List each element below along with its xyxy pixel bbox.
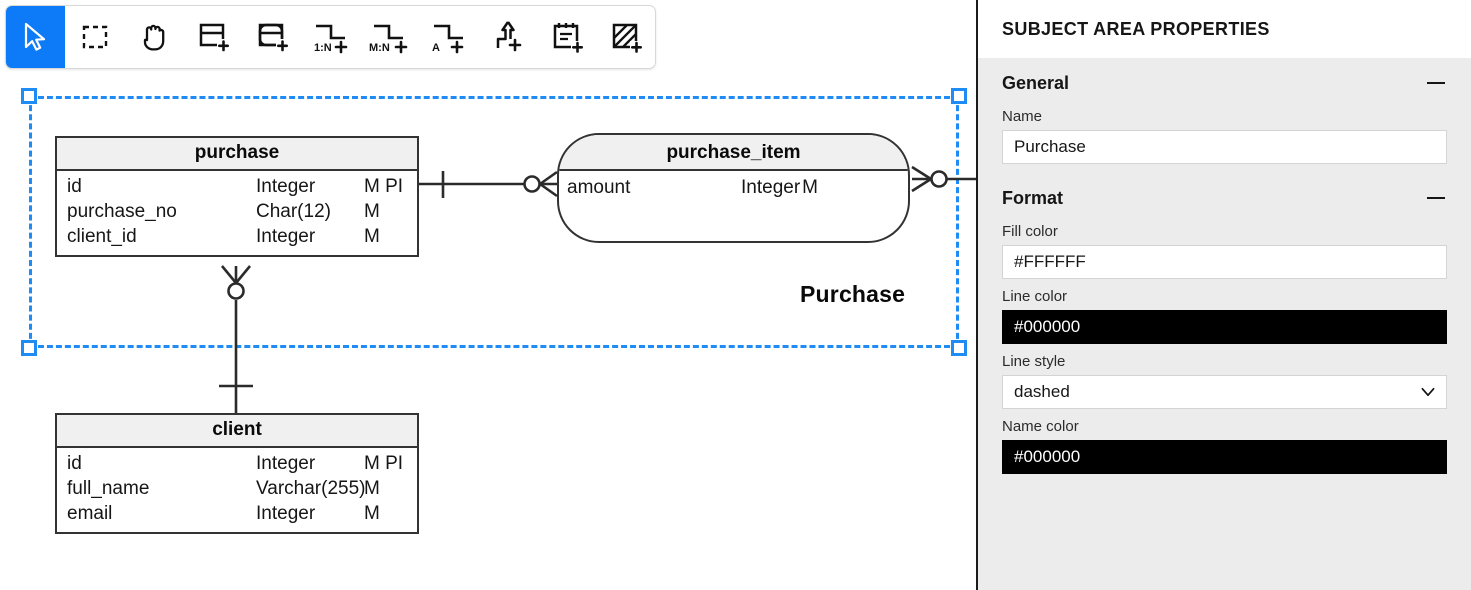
- add-inheritance-arrow-icon: [491, 19, 525, 55]
- svg-text:M:N: M:N: [369, 42, 390, 54]
- add-relation-a-icon: A: [429, 18, 469, 56]
- subject-area-label: Purchase: [800, 281, 905, 308]
- add-relation-1n-icon: 1:N: [311, 18, 351, 56]
- add-many-to-many-relation-tool[interactable]: M:N: [360, 6, 419, 68]
- attribute-name: amount: [567, 175, 741, 200]
- resize-handle-bottom-right[interactable]: [951, 340, 967, 356]
- section-header-general[interactable]: General: [978, 58, 1471, 108]
- svg-text:A: A: [432, 42, 440, 54]
- subject-area-properties-panel: SUBJECT AREA PROPERTIES General Name Pur…: [976, 0, 1471, 590]
- add-note-tool[interactable]: [537, 6, 596, 68]
- attribute-flags: M: [802, 175, 818, 200]
- entity-client-title: client: [57, 415, 417, 448]
- attribute-flags: M PI: [364, 451, 408, 476]
- diagram-canvas[interactable]: Purchase: [0, 0, 976, 590]
- add-one-to-many-relation-tool[interactable]: 1:N: [301, 6, 360, 68]
- panel-section-format: Format Fill color #FFFFFF Line color #00…: [978, 173, 1471, 474]
- select-pointer-tool[interactable]: [6, 6, 65, 68]
- entity-purchase-title: purchase: [57, 138, 417, 171]
- diagram-toolbar: 1:N M:N A: [5, 5, 656, 69]
- add-entity-icon: [196, 20, 230, 54]
- attribute-type: Integer: [741, 175, 802, 200]
- entity-purchase-item-title: purchase_item: [559, 135, 908, 171]
- line-color-input[interactable]: #000000: [1002, 310, 1447, 344]
- panel-section-general: General Name Purchase: [978, 58, 1471, 164]
- field-label: Line color: [1002, 288, 1447, 305]
- entity-client-attributes: id Integer M PI full_name Varchar(255) M…: [57, 448, 417, 532]
- field-name-color: Name color #000000: [978, 418, 1471, 474]
- attribute-flags: M: [364, 224, 408, 249]
- add-subject-area-tool[interactable]: [596, 6, 655, 68]
- add-inheritance-tool[interactable]: [478, 6, 537, 68]
- attribute-name: purchase_no: [67, 199, 256, 224]
- field-label: Fill color: [1002, 223, 1447, 240]
- resize-handle-bottom-left[interactable]: [21, 340, 37, 356]
- field-line-color: Line color #000000: [978, 288, 1471, 344]
- section-header-format[interactable]: Format: [978, 173, 1471, 223]
- field-line-style: Line style dashed: [978, 353, 1471, 409]
- attribute-flags: M: [364, 501, 408, 526]
- svg-text:1:N: 1:N: [314, 42, 332, 54]
- attribute-flags: M: [364, 199, 408, 224]
- attribute-name: email: [67, 501, 256, 526]
- field-label: Line style: [1002, 353, 1447, 370]
- cursor-arrow-icon: [22, 22, 50, 52]
- attribute-name: full_name: [67, 476, 256, 501]
- attribute-name: client_id: [67, 224, 256, 249]
- resize-handle-top-left[interactable]: [21, 88, 37, 104]
- name-color-input[interactable]: #000000: [1002, 440, 1447, 474]
- attribute-row[interactable]: id Integer M PI: [57, 451, 417, 476]
- dashed-rectangle-icon: [80, 22, 110, 52]
- field-fill-color: Fill color #FFFFFF: [978, 223, 1471, 279]
- attribute-row[interactable]: amount Integer M: [559, 175, 908, 200]
- section-title: General: [1002, 73, 1069, 94]
- attribute-row[interactable]: email Integer M: [57, 501, 417, 526]
- attribute-type: Char(12): [256, 199, 364, 224]
- attribute-row[interactable]: id Integer M PI: [57, 174, 417, 199]
- add-weak-entity-tool[interactable]: [242, 6, 301, 68]
- attribute-flags: M PI: [364, 174, 408, 199]
- section-title: Format: [1002, 188, 1063, 209]
- field-name: Name Purchase: [978, 108, 1471, 164]
- entity-client[interactable]: client id Integer M PI full_name Varchar…: [55, 413, 419, 534]
- attribute-type: Integer: [256, 501, 364, 526]
- attribute-name: id: [67, 451, 256, 476]
- pan-hand-tool[interactable]: [124, 6, 183, 68]
- hand-icon: [139, 21, 169, 53]
- field-label: Name: [1002, 108, 1447, 125]
- collapse-general-icon[interactable]: [1425, 72, 1447, 94]
- attribute-name: id: [67, 174, 256, 199]
- attribute-flags: M: [364, 476, 408, 501]
- attribute-type: Varchar(255): [256, 476, 364, 501]
- line-style-select[interactable]: dashed: [1002, 375, 1447, 409]
- er-diagram-editor: Purchase: [0, 0, 1471, 590]
- attribute-type: Integer: [256, 174, 364, 199]
- attribute-type: Integer: [256, 224, 364, 249]
- marquee-select-tool[interactable]: [65, 6, 124, 68]
- add-note-icon: [550, 20, 584, 54]
- attribute-row[interactable]: full_name Varchar(255) M: [57, 476, 417, 501]
- add-rounded-entity-icon: [255, 20, 289, 54]
- add-entity-tool[interactable]: [183, 6, 242, 68]
- add-subject-area-icon: [609, 20, 643, 54]
- chevron-down-icon: [1420, 384, 1436, 400]
- entity-purchase[interactable]: purchase id Integer M PI purchase_no Cha…: [55, 136, 419, 257]
- resize-handle-top-right[interactable]: [951, 88, 967, 104]
- panel-title: SUBJECT AREA PROPERTIES: [1002, 19, 1270, 40]
- add-attribute-relation-tool[interactable]: A: [419, 6, 478, 68]
- attribute-type: Integer: [256, 451, 364, 476]
- panel-title-bar: SUBJECT AREA PROPERTIES: [978, 0, 1471, 58]
- line-style-value: dashed: [1014, 382, 1070, 402]
- name-input[interactable]: Purchase: [1002, 130, 1447, 164]
- field-label: Name color: [1002, 418, 1447, 435]
- entity-purchase-item[interactable]: purchase_item amount Integer M: [557, 133, 910, 243]
- collapse-format-icon[interactable]: [1425, 187, 1447, 209]
- entity-purchase-item-attributes: amount Integer M: [559, 171, 908, 206]
- add-relation-mn-icon: M:N: [369, 18, 411, 56]
- attribute-row[interactable]: purchase_no Char(12) M: [57, 199, 417, 224]
- entity-purchase-attributes: id Integer M PI purchase_no Char(12) M c…: [57, 171, 417, 255]
- fill-color-input[interactable]: #FFFFFF: [1002, 245, 1447, 279]
- attribute-row[interactable]: client_id Integer M: [57, 224, 417, 249]
